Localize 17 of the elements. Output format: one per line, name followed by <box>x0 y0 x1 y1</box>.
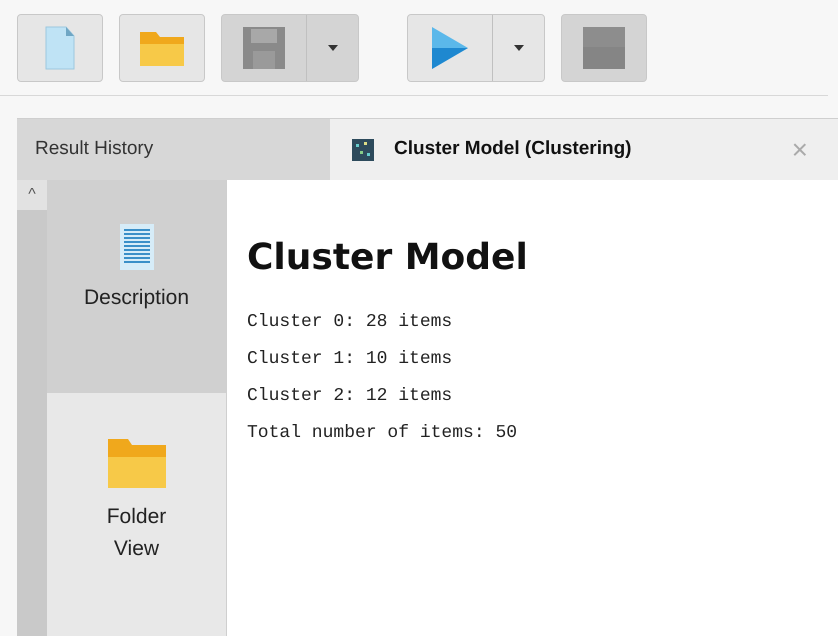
scroll-up-button[interactable]: ^ <box>17 180 47 210</box>
model-title: Cluster Model <box>247 236 529 280</box>
caret-icon <box>328 44 338 50</box>
document-icon <box>45 26 75 70</box>
folder-icon <box>106 437 166 489</box>
result-line: Cluster 0: 28 items <box>247 311 454 334</box>
play-icon <box>431 26 469 70</box>
document-lines-icon <box>120 224 154 270</box>
stop-icon <box>583 26 625 68</box>
cluster-model-icon <box>352 138 374 160</box>
result-line: Total number of items: 50 <box>247 422 518 445</box>
result-line: Cluster 2: 12 items <box>247 385 454 408</box>
result-line: Cluster 1: 10 items <box>247 348 454 371</box>
sidebar-item[interactable]: Description <box>47 180 226 393</box>
tab[interactable]: Cluster Model (Clustering) × <box>330 118 838 180</box>
tab[interactable]: Result History <box>17 118 330 180</box>
caret-icon <box>514 44 524 50</box>
